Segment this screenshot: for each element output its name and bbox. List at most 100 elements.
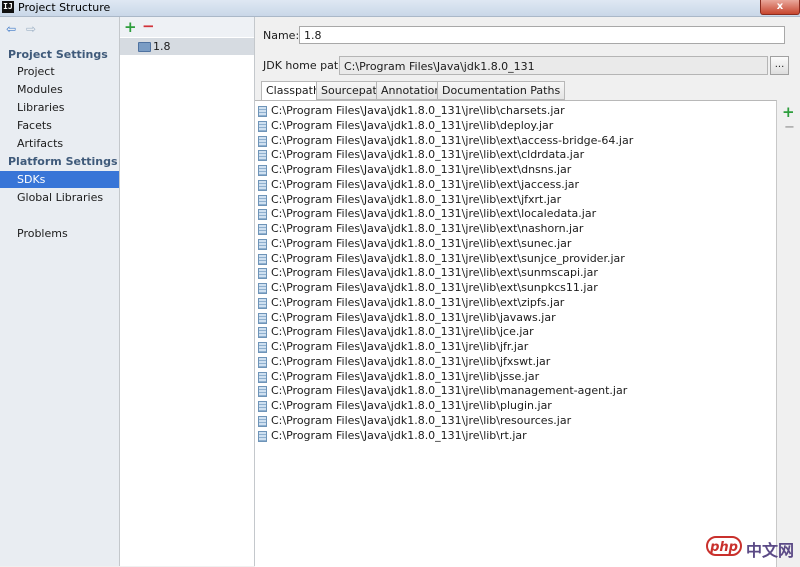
window-title: Project Structure: [18, 1, 111, 14]
remove-sdk-icon[interactable]: −: [142, 17, 155, 35]
classpath-row[interactable]: C:\Program Files\Java\jdk1.8.0_131\jre\l…: [255, 266, 776, 281]
jar-file-icon: [258, 165, 267, 176]
name-input[interactable]: 1.8: [299, 26, 785, 44]
browse-button[interactable]: ...: [770, 56, 789, 75]
sidebar-item-label: Artifacts: [17, 137, 64, 150]
jdk-home-path-input[interactable]: C:\Program Files\Java\jdk1.8.0_131: [339, 56, 768, 75]
classpath-entry-text: C:\Program Files\Java\jdk1.8.0_131\jre\l…: [271, 399, 552, 412]
remove-path-icon[interactable]: −: [784, 120, 795, 135]
jar-file-icon: [258, 268, 267, 280]
classpath-row[interactable]: C:\Program Files\Java\jdk1.8.0_131\jre\l…: [255, 237, 776, 252]
classpath-entry-text: C:\Program Files\Java\jdk1.8.0_131\jre\l…: [271, 251, 625, 265]
sidebar-item-label: Modules: [17, 83, 63, 96]
sidebar-item-artifacts[interactable]: Artifacts: [0, 135, 119, 152]
classpath-row[interactable]: C:\Program Files\Java\jdk1.8.0_131\jre\l…: [255, 281, 776, 296]
classpath-row[interactable]: C:\Program Files\Java\jdk1.8.0_131\jre\l…: [255, 399, 776, 414]
jar-file-icon: [258, 371, 267, 383]
classpath-entry-text: C:\Program Files\Java\jdk1.8.0_131\jre\l…: [271, 118, 554, 132]
sidebar-item-project[interactable]: Project: [0, 63, 119, 80]
add-path-icon[interactable]: +: [782, 103, 795, 121]
sidebar-item-sdks[interactable]: SDKs: [0, 171, 119, 188]
jdk-home-label: JDK home path:: [263, 59, 349, 72]
sidebar-item-facets[interactable]: Facets: [0, 117, 119, 134]
jar-file-icon: [258, 179, 267, 191]
classpath-entry-text: C:\Program Files\Java\jdk1.8.0_131\jre\l…: [271, 354, 551, 368]
watermark-logo: php: [706, 536, 742, 556]
title-bar: IJ Project Structure x: [0, 0, 800, 17]
tab-documentation-paths[interactable]: Documentation Paths: [437, 81, 566, 100]
jar-file-icon: [258, 120, 267, 132]
sidebar-item-problems[interactable]: Problems: [0, 225, 119, 242]
classpath-row[interactable]: C:\Program Files\Java\jdk1.8.0_131\jre\l…: [255, 222, 776, 237]
folder-icon: [138, 42, 151, 52]
jar-file-icon: [258, 312, 267, 324]
jar-file-icon: [258, 386, 267, 398]
sidebar-item-modules[interactable]: Modules: [0, 81, 119, 98]
sdk-list-panel: + − 1.8: [120, 17, 255, 566]
jar-file-icon: [258, 430, 267, 442]
sidebar-item-global-libraries[interactable]: Global Libraries: [0, 189, 119, 206]
classpath-row[interactable]: C:\Program Files\Java\jdk1.8.0_131\jre\l…: [255, 134, 776, 149]
sdk-detail-panel: Name: 1.8 JDK home path: C:\Program File…: [255, 17, 800, 567]
classpath-row[interactable]: C:\Program Files\Java\jdk1.8.0_131\jre\l…: [255, 119, 776, 134]
classpath-row[interactable]: C:\Program Files\Java\jdk1.8.0_131\jre\l…: [255, 355, 776, 370]
sidebar-item-libraries[interactable]: Libraries: [0, 99, 119, 116]
jar-file-icon: [258, 106, 267, 117]
jar-file-icon: [258, 150, 267, 162]
watermark: php 中文网: [706, 534, 796, 560]
classpath-row[interactable]: C:\Program Files\Java\jdk1.8.0_131\jre\l…: [255, 252, 776, 267]
sidebar-item-label: Global Libraries: [17, 191, 104, 204]
close-button[interactable]: x: [760, 0, 800, 15]
add-sdk-icon[interactable]: +: [124, 18, 137, 36]
forward-arrow-icon[interactable]: ⇨: [24, 22, 38, 36]
classpath-entry-text: C:\Program Files\Java\jdk1.8.0_131\jre\l…: [271, 369, 540, 383]
sdk-toolbar: + −: [120, 17, 254, 37]
jar-file-icon: [258, 297, 267, 309]
classpath-entry-text: C:\Program Files\Java\jdk1.8.0_131\jre\l…: [271, 192, 562, 206]
classpath-entry-text: C:\Program Files\Java\jdk1.8.0_131\jre\l…: [271, 133, 634, 147]
watermark-text: 中文网: [746, 541, 795, 560]
classpath-row[interactable]: C:\Program Files\Java\jdk1.8.0_131\jre\l…: [255, 429, 776, 444]
classpath-row[interactable]: C:\Program Files\Java\jdk1.8.0_131\jre\l…: [255, 104, 776, 119]
sdk-list-item[interactable]: 1.8: [120, 38, 254, 55]
classpath-row[interactable]: C:\Program Files\Java\jdk1.8.0_131\jre\l…: [255, 414, 776, 429]
jar-file-icon: [258, 283, 267, 294]
jar-file-icon: [258, 224, 267, 235]
sidebar-item-label: Problems: [17, 227, 68, 240]
jar-file-icon: [258, 135, 267, 147]
back-arrow-icon[interactable]: ⇦: [4, 22, 18, 36]
classpath-list[interactable]: C:\Program Files\Java\jdk1.8.0_131\jre\l…: [255, 100, 777, 567]
classpath-toolbar: + −: [777, 100, 800, 160]
classpath-entry-text: C:\Program Files\Java\jdk1.8.0_131\jre\l…: [271, 413, 572, 427]
nav-arrows: ⇦ ⇨: [4, 22, 38, 36]
classpath-row[interactable]: C:\Program Files\Java\jdk1.8.0_131\jre\l…: [255, 178, 776, 193]
jar-file-icon: [258, 238, 267, 250]
classpath-entry-text: C:\Program Files\Java\jdk1.8.0_131\jre\l…: [271, 104, 565, 117]
app-icon: IJ: [2, 1, 14, 13]
classpath-entry-text: C:\Program Files\Java\jdk1.8.0_131\jre\l…: [271, 428, 527, 442]
classpath-entry-text: C:\Program Files\Java\jdk1.8.0_131\jre\l…: [271, 207, 597, 221]
sidebar-item-label: Libraries: [17, 101, 65, 114]
classpath-row[interactable]: C:\Program Files\Java\jdk1.8.0_131\jre\l…: [255, 207, 776, 222]
section-header-platform-settings: Platform Settings: [8, 155, 118, 168]
classpath-row[interactable]: C:\Program Files\Java\jdk1.8.0_131\jre\l…: [255, 193, 776, 208]
jar-file-icon: [258, 194, 267, 206]
classpath-row[interactable]: C:\Program Files\Java\jdk1.8.0_131\jre\l…: [255, 325, 776, 340]
jar-file-icon: [258, 342, 267, 353]
classpath-row[interactable]: C:\Program Files\Java\jdk1.8.0_131\jre\l…: [255, 384, 776, 399]
classpath-row[interactable]: C:\Program Files\Java\jdk1.8.0_131\jre\l…: [255, 340, 776, 355]
classpath-row[interactable]: C:\Program Files\Java\jdk1.8.0_131\jre\l…: [255, 311, 776, 326]
jar-file-icon: [258, 209, 267, 221]
classpath-row[interactable]: C:\Program Files\Java\jdk1.8.0_131\jre\l…: [255, 370, 776, 385]
sidebar: ⇦ ⇨ Project Settings Project Modules Libr…: [0, 17, 120, 566]
sdk-item-label: 1.8: [153, 40, 171, 53]
classpath-entry-text: C:\Program Files\Java\jdk1.8.0_131\jre\l…: [271, 340, 529, 353]
name-label: Name:: [263, 29, 300, 42]
classpath-entry-text: C:\Program Files\Java\jdk1.8.0_131\jre\l…: [271, 222, 584, 235]
classpath-row[interactable]: C:\Program Files\Java\jdk1.8.0_131\jre\l…: [255, 296, 776, 311]
sidebar-item-label: SDKs: [17, 173, 46, 186]
classpath-entry-text: C:\Program Files\Java\jdk1.8.0_131\jre\l…: [271, 266, 598, 280]
classpath-row[interactable]: C:\Program Files\Java\jdk1.8.0_131\jre\l…: [255, 148, 776, 163]
classpath-row[interactable]: C:\Program Files\Java\jdk1.8.0_131\jre\l…: [255, 163, 776, 178]
classpath-entry-text: C:\Program Files\Java\jdk1.8.0_131\jre\l…: [271, 295, 565, 309]
